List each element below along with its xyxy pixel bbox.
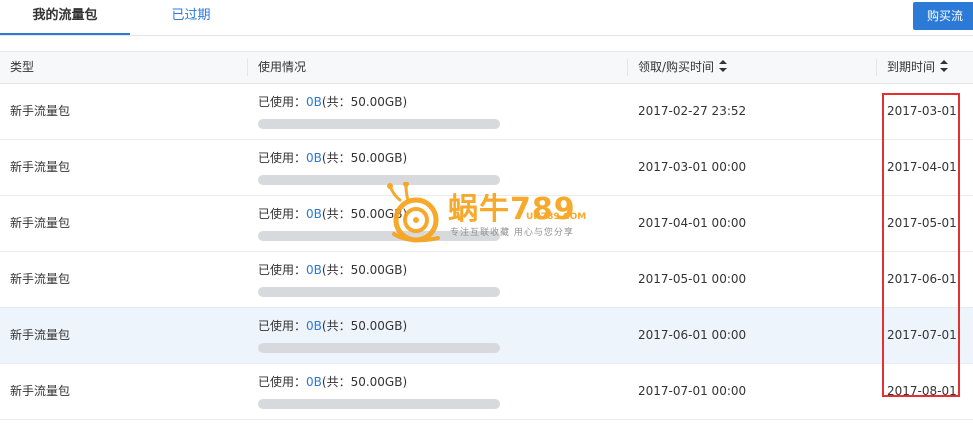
sort-icon[interactable] [718,60,728,72]
usage-progress-bar [258,287,500,297]
usage-text: 已使用：0B(共：50.00GB) [258,317,508,334]
usage-cell: 已使用：0B(共：50.00GB) [258,149,508,185]
usage-prefix: 已使用： [258,319,307,333]
tab-bar: 我的流量包 已过期 购买流 [0,0,973,36]
table-body: 新手流量包 已使用：0B(共：50.00GB) 2017-02-27 23:52… [0,84,973,420]
purchase-time: 2017-07-01 00:00 [638,384,747,398]
usage-prefix: 已使用： [258,263,307,277]
usage-text: 已使用：0B(共：50.00GB) [258,93,508,110]
watermark-url-text: UN789.COM [526,212,587,222]
table-row: 新手流量包 已使用：0B(共：50.00GB) 2017-02-27 23:52… [0,84,973,140]
package-type: 新手流量包 [10,104,71,118]
usage-used: 0B [306,95,322,109]
usage-total: (共：50.00GB) [321,263,408,277]
usage-used: 0B [306,263,322,277]
usage-used: 0B [306,319,322,333]
usage-progress-bar [258,119,500,129]
table-row: 新手流量包 已使用：0B(共：50.00GB) 2017-07-01 00:00… [0,364,973,420]
watermark-logo: 蜗牛789 UN789.COM 专注互联收藏 用心与您分享 [380,182,610,244]
usage-cell: 已使用：0B(共：50.00GB) [258,261,508,297]
package-type: 新手流量包 [10,328,71,342]
table-header: 类型 使用情况 领取/购买时间 到期时间 [0,51,973,84]
usage-progress-bar [258,343,500,353]
usage-prefix: 已使用： [258,95,307,109]
usage-used: 0B [306,207,322,221]
tab-my-packages[interactable]: 我的流量包 [0,0,130,35]
usage-cell: 已使用：0B(共：50.00GB) [258,93,508,129]
traffic-package-page: 我的流量包 已过期 购买流 类型 使用情况 领取/购买时间 到期时间 新手流量包… [0,0,973,423]
usage-total: (共：50.00GB) [321,375,408,389]
usage-text: 已使用：0B(共：50.00GB) [258,373,508,390]
package-type: 新手流量包 [10,384,71,398]
usage-total: (共：50.00GB) [321,151,408,165]
purchase-time: 2017-02-27 23:52 [638,104,747,118]
package-type: 新手流量包 [10,216,71,230]
purchase-time: 2017-05-01 00:00 [638,272,747,286]
package-type: 新手流量包 [10,272,71,286]
buy-traffic-button[interactable]: 购买流 [913,2,973,30]
purchase-time: 2017-06-01 00:00 [638,328,747,342]
header-expire-time[interactable]: 到期时间 [877,52,949,83]
header-purchase-time-label: 领取/购买时间 [638,60,715,74]
usage-progress-bar [258,399,500,409]
table-row: 新手流量包 已使用：0B(共：50.00GB) 2017-06-01 00:00… [0,308,973,364]
usage-prefix: 已使用： [258,375,307,389]
usage-total: (共：50.00GB) [321,319,408,333]
purchase-time: 2017-03-01 00:00 [638,160,747,174]
header-usage: 使用情况 [258,60,307,74]
watermark-slogan-text: 专注互联收藏 用心与您分享 [450,228,574,238]
header-expire-time-label: 到期时间 [887,60,936,74]
sort-icon[interactable] [939,60,949,72]
header-purchase-time[interactable]: 领取/购买时间 [628,52,728,83]
usage-text: 已使用：0B(共：50.00GB) [258,149,508,166]
header-type: 类型 [10,60,35,74]
usage-cell: 已使用：0B(共：50.00GB) [258,373,508,409]
usage-cell: 已使用：0B(共：50.00GB) [258,317,508,353]
usage-text: 已使用：0B(共：50.00GB) [258,261,508,278]
usage-prefix: 已使用： [258,151,307,165]
purchase-time: 2017-04-01 00:00 [638,216,747,230]
usage-prefix: 已使用： [258,207,307,221]
tab-expired[interactable]: 已过期 [130,0,252,35]
package-type: 新手流量包 [10,160,71,174]
snail-logo-icon [387,182,440,243]
table-row: 新手流量包 已使用：0B(共：50.00GB) 2017-05-01 00:00… [0,252,973,308]
usage-total: (共：50.00GB) [321,95,408,109]
highlight-annotation-box [882,93,960,397]
usage-used: 0B [306,151,322,165]
usage-used: 0B [306,375,322,389]
